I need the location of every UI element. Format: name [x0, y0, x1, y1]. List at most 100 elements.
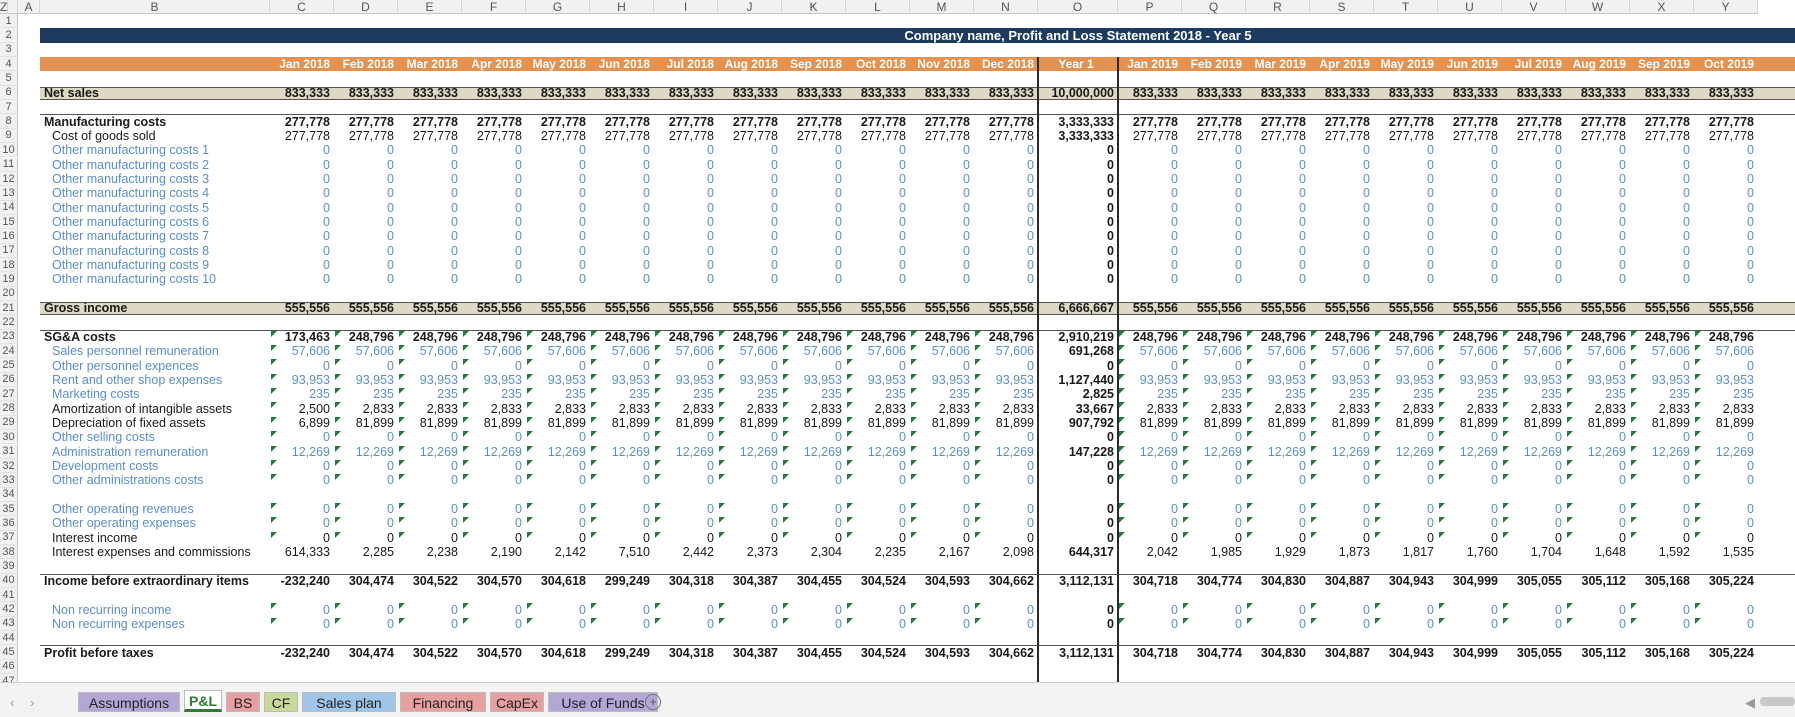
- value-cell[interactable]: 12,269: [1438, 445, 1502, 459]
- value-cell[interactable]: 0: [1118, 473, 1182, 487]
- value-cell[interactable]: 304,474: [334, 574, 398, 588]
- value-cell[interactable]: 0: [1374, 172, 1438, 186]
- value-cell[interactable]: 0: [526, 158, 590, 172]
- value-cell[interactable]: 0: [846, 459, 910, 473]
- column-header[interactable]: Z: [0, 0, 9, 14]
- value-cell[interactable]: 0: [1038, 272, 1118, 286]
- sheet-tab[interactable]: Assumptions: [78, 692, 180, 712]
- value-cell[interactable]: 81,899: [1438, 416, 1502, 430]
- value-cell[interactable]: 248,796: [1310, 330, 1374, 344]
- value-cell[interactable]: 0: [1118, 201, 1182, 215]
- value-cell[interactable]: 0: [526, 358, 590, 373]
- value-cell[interactable]: 2,833: [1502, 401, 1566, 416]
- column-header[interactable]: A: [18, 0, 40, 14]
- value-cell[interactable]: 277,778: [1310, 129, 1374, 143]
- value-cell[interactable]: 0: [1694, 229, 1758, 243]
- row-header[interactable]: 39: [0, 559, 18, 574]
- value-cell[interactable]: 0: [846, 272, 910, 286]
- value-cell[interactable]: 12,269: [1374, 445, 1438, 459]
- column-header[interactable]: E: [398, 0, 462, 14]
- value-cell[interactable]: 0: [1630, 617, 1694, 631]
- row-header[interactable]: 44: [0, 631, 18, 646]
- value-cell[interactable]: 555,556: [1630, 301, 1694, 315]
- value-cell[interactable]: 12,269: [782, 445, 846, 459]
- value-cell[interactable]: 0: [1694, 272, 1758, 286]
- row-header[interactable]: 37: [0, 530, 18, 545]
- value-cell[interactable]: 555,556: [1246, 301, 1310, 315]
- value-cell[interactable]: 0: [1502, 201, 1566, 215]
- value-cell[interactable]: 93,953: [1374, 373, 1438, 387]
- value-cell[interactable]: 0: [334, 201, 398, 215]
- row-header[interactable]: 14: [0, 200, 18, 215]
- value-cell[interactable]: 0: [1438, 172, 1502, 186]
- value-cell[interactable]: 304,618: [526, 574, 590, 588]
- value-cell[interactable]: 0: [398, 617, 462, 631]
- value-cell[interactable]: 304,830: [1246, 645, 1310, 660]
- value-cell[interactable]: 0: [270, 272, 334, 286]
- value-cell[interactable]: 0: [526, 143, 590, 157]
- value-cell[interactable]: 0: [398, 473, 462, 487]
- row-header[interactable]: 19: [0, 272, 18, 287]
- value-cell[interactable]: 0: [334, 158, 398, 172]
- value-cell[interactable]: 12,269: [334, 445, 398, 459]
- value-cell[interactable]: 57,606: [654, 344, 718, 358]
- sheet-tab[interactable]: Use of Funds: [548, 692, 658, 712]
- value-cell[interactable]: 0: [654, 430, 718, 444]
- value-cell[interactable]: 0: [910, 473, 974, 487]
- value-cell[interactable]: 0: [1566, 143, 1630, 157]
- value-cell[interactable]: 0: [782, 201, 846, 215]
- value-cell[interactable]: 0: [782, 430, 846, 444]
- value-cell[interactable]: 0: [1438, 229, 1502, 243]
- value-cell[interactable]: 33,667: [1038, 401, 1118, 416]
- value-cell[interactable]: 0: [526, 459, 590, 473]
- value-cell[interactable]: 2,833: [334, 401, 398, 416]
- value-cell[interactable]: 0: [270, 502, 334, 516]
- value-cell[interactable]: 0: [1374, 516, 1438, 530]
- row-header[interactable]: 12: [0, 171, 18, 187]
- value-cell[interactable]: 0: [1566, 272, 1630, 286]
- value-cell[interactable]: 2,833: [526, 401, 590, 416]
- value-cell[interactable]: 81,899: [846, 416, 910, 430]
- value-cell[interactable]: 0: [590, 430, 654, 444]
- value-cell[interactable]: 304,318: [654, 645, 718, 660]
- row-header[interactable]: 31: [0, 444, 18, 459]
- value-cell[interactable]: 2,833: [1182, 401, 1246, 416]
- value-cell[interactable]: 833,333: [1310, 86, 1374, 100]
- value-cell[interactable]: 304,474: [334, 645, 398, 660]
- value-cell[interactable]: 0: [1566, 244, 1630, 258]
- value-cell[interactable]: 0: [1694, 602, 1758, 617]
- value-cell[interactable]: 0: [398, 358, 462, 373]
- value-cell[interactable]: 0: [590, 244, 654, 258]
- value-cell[interactable]: 0: [1118, 258, 1182, 272]
- sheet-tab[interactable]: P&L: [184, 690, 222, 712]
- value-cell[interactable]: 277,778: [846, 129, 910, 143]
- value-cell[interactable]: 0: [1118, 617, 1182, 631]
- value-cell[interactable]: 0: [654, 459, 718, 473]
- value-cell[interactable]: 12,269: [1502, 445, 1566, 459]
- value-cell[interactable]: 0: [590, 602, 654, 617]
- value-cell[interactable]: 2,833: [462, 401, 526, 416]
- value-cell[interactable]: 0: [462, 459, 526, 473]
- value-cell[interactable]: 248,796: [910, 330, 974, 344]
- value-cell[interactable]: 0: [1694, 201, 1758, 215]
- value-cell[interactable]: 93,953: [718, 373, 782, 387]
- value-cell[interactable]: 93,953: [1630, 373, 1694, 387]
- value-cell[interactable]: 93,953: [974, 373, 1038, 387]
- value-cell[interactable]: 277,778: [1182, 129, 1246, 143]
- value-cell[interactable]: 0: [334, 602, 398, 617]
- value-cell[interactable]: 0: [1374, 258, 1438, 272]
- row-header[interactable]: 22: [0, 315, 18, 330]
- value-cell[interactable]: -232,240: [270, 574, 334, 588]
- value-cell[interactable]: 235: [270, 387, 334, 401]
- value-cell[interactable]: 81,899: [462, 416, 526, 430]
- value-cell[interactable]: 0: [1502, 459, 1566, 473]
- value-cell[interactable]: 12,269: [398, 445, 462, 459]
- value-cell[interactable]: 555,556: [1566, 301, 1630, 315]
- value-cell[interactable]: 0: [846, 229, 910, 243]
- value-cell[interactable]: 277,778: [974, 114, 1038, 129]
- value-cell[interactable]: 833,333: [1374, 86, 1438, 100]
- value-cell[interactable]: 0: [1630, 172, 1694, 186]
- value-cell[interactable]: 304,522: [398, 574, 462, 588]
- value-cell[interactable]: 0: [1502, 430, 1566, 444]
- value-cell[interactable]: 0: [526, 602, 590, 617]
